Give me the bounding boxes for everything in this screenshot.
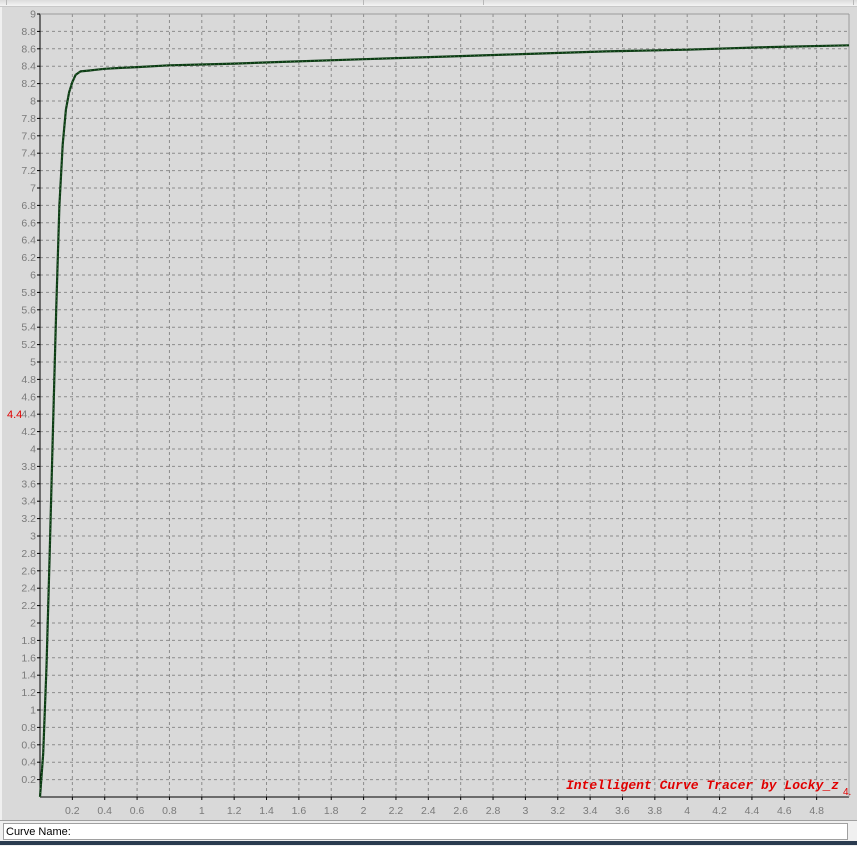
y-tick-label: 0.2 [21,774,36,786]
watermark-text: Intelligent Curve Tracer by Locky_z [566,778,839,793]
plot-background [40,14,849,797]
y-tick-label: 3.4 [21,496,36,508]
y-tick-label: 1.6 [21,652,36,664]
y-tick-label: 7 [30,183,36,195]
x-tick-label: 2.8 [486,805,501,817]
y-tick-label: 4.8 [21,374,36,386]
y-tick-label: 1.2 [21,687,36,699]
y-tick-label: 5.4 [21,322,36,334]
y-tick-label: 1.8 [21,635,36,647]
toolbar-segment[interactable] [483,0,854,5]
y-tick-label: 9 [30,9,36,21]
x-tick-label: 4.4 [745,805,760,817]
chart-svg[interactable]: 0.2 0.4 0.6 0.8 1 1.2 1.4 1.6 1.8 2 2.2 2.4 2.6 2.8 3 3… [2,7,857,820]
y-tick-label: 3.2 [21,513,36,525]
y-tick-label: 4.6 [21,391,36,403]
y-tick-label: 2 [30,618,36,630]
x-tick-label: 1.4 [259,805,274,817]
x-tick-label: 2.6 [453,805,468,817]
x-tick-label: 2 [361,805,367,817]
y-tick-label: 2.2 [21,600,36,612]
x-tick-label: 3.8 [648,805,663,817]
y-tick-label: 0.4 [21,757,36,769]
y-tick-label: 2.8 [21,548,36,560]
x-tick-label: 1.6 [292,805,307,817]
y-tick-label: 2.6 [21,565,36,577]
y-tick-label: 8.8 [21,26,36,38]
y-tick-label: 8.6 [21,43,36,55]
toolbar-segment[interactable] [6,0,364,5]
x-tick-label: 4 [684,805,690,817]
curve-name-label: Curve Name: [6,826,71,838]
toolbar-strip [0,0,857,7]
y-tick-label: 1 [30,705,36,717]
y-tick-label: 5 [30,357,36,369]
x-tick-label: 0.8 [162,805,177,817]
y-tick-label: 2.4 [21,583,36,595]
toolbar-segment[interactable] [363,0,484,5]
y-tick-label: 6.4 [21,235,36,247]
x-tick-label: 0.4 [97,805,112,817]
x-tick-label: 4.6 [777,805,792,817]
curve-name-field: Curve Name: [3,823,848,840]
y-tick-label: 5.2 [21,339,36,351]
x-tick-label: 3.6 [615,805,630,817]
y-tick-label: 0.6 [21,739,36,751]
x-tick-label: 1.8 [324,805,339,817]
y-tick-label: 3.6 [21,478,36,490]
y-tick-label: 4.4 [21,409,36,421]
y-tick-label: 7.8 [21,113,36,125]
taskbar-edge [0,841,857,845]
y-tick-label: 6.8 [21,200,36,212]
y-tick-label: 3 [30,531,36,543]
y-tick-label: 7.2 [21,165,36,177]
y-tick-label: 4 [30,444,36,456]
y-tick-label: 8.2 [21,78,36,90]
y-tick-label: 6.6 [21,217,36,229]
cursor-readout-x: 4. [843,787,851,798]
y-tick-label: 3.8 [21,461,36,473]
y-tick-label: 7.4 [21,148,36,160]
y-tick-label: 0.8 [21,722,36,734]
x-tick-label: 3 [522,805,528,817]
plot-area[interactable]: 0.2 0.4 0.6 0.8 1 1.2 1.4 1.6 1.8 2 2.2 2.4 2.6 2.8 3 3… [2,7,857,820]
y-tick-label: 4.2 [21,426,36,438]
x-tick-label: 3.2 [550,805,565,817]
x-tick-label: 1 [199,805,205,817]
x-tick-label: 4.2 [712,805,727,817]
y-tick-label: 6 [30,270,36,282]
x-tick-label: 0.2 [65,805,80,817]
y-tick-label: 1.4 [21,670,36,682]
x-tick-label: 4.8 [809,805,824,817]
y-tick-label: 8.4 [21,61,36,73]
x-tick-label: 0.6 [130,805,145,817]
y-tick-label: 5.8 [21,287,36,299]
y-tick-label: 5.6 [21,304,36,316]
x-tick-label: 3.4 [583,805,598,817]
y-tick-label: 7.6 [21,130,36,142]
cursor-readout-y: 4.4 [7,409,22,421]
x-tick-label: 2.4 [421,805,436,817]
y-tick-label: 8 [30,96,36,108]
x-tick-label: 2.2 [389,805,404,817]
x-tick-label: 1.2 [227,805,242,817]
y-tick-label: 6.2 [21,252,36,264]
app-window: 0.2 0.4 0.6 0.8 1 1.2 1.4 1.6 1.8 2 2.2 2.4 2.6 2.8 3 3… [0,0,857,846]
